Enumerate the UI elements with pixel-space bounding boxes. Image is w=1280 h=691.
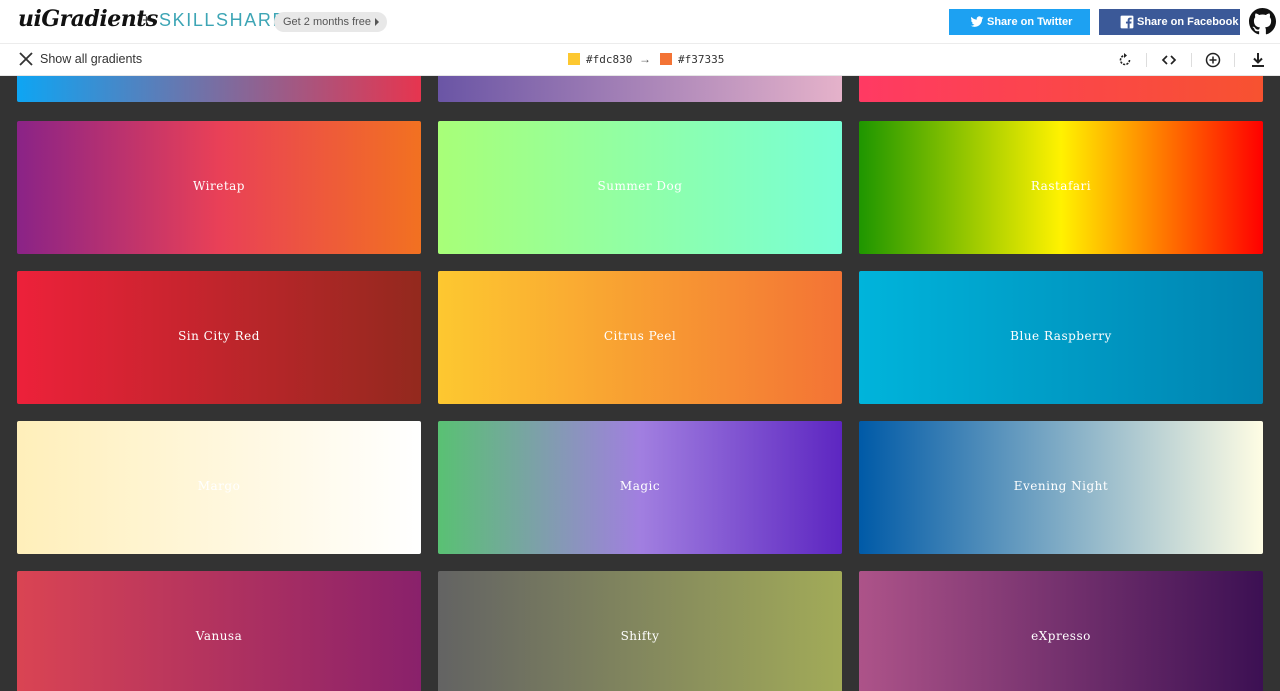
gradient-name: Margo: [197, 479, 241, 493]
gradient-card[interactable]: Wiretap: [17, 121, 421, 254]
plus-sign: +: [142, 12, 151, 29]
promo-button[interactable]: Get 2 months free: [274, 12, 388, 32]
color-to-hex[interactable]: #f37335: [678, 53, 724, 66]
gradient-card[interactable]: Magic: [438, 421, 842, 554]
toolbar: Show all gradients #fdc830 → #f37335: [0, 44, 1280, 76]
rotate-icon[interactable]: [1117, 52, 1133, 68]
promo-label: Get 2 months free: [283, 16, 372, 28]
gradient-card[interactable]: eXpresso: [859, 571, 1263, 691]
close-icon: [19, 52, 33, 66]
gradient-card[interactable]: Blue Raspberry: [859, 271, 1263, 404]
toolbar-divider: [1146, 53, 1147, 67]
gradient-name: Wiretap: [193, 179, 245, 193]
gradient-card[interactable]: [438, 76, 842, 102]
facebook-icon: [1120, 15, 1134, 29]
gradient-card[interactable]: Vanusa: [17, 571, 421, 691]
gradient-name: eXpresso: [1031, 629, 1091, 643]
gradient-name: Evening Night: [1013, 479, 1109, 493]
gradient-name: Rastafari: [1030, 179, 1092, 193]
gradient-name: Shifty: [620, 629, 660, 643]
gradient-card[interactable]: Margo: [17, 421, 421, 554]
gradient-card[interactable]: Citrus Peel: [438, 271, 842, 404]
gradient-card[interactable]: [17, 76, 421, 102]
twitter-icon: [970, 16, 984, 27]
top-header: uiGradients + SKILLSHARE Get 2 months fr…: [0, 0, 1280, 44]
share-facebook-label: Share on Facebook: [1137, 16, 1239, 28]
gradient-card[interactable]: Summer Dog: [438, 121, 842, 254]
share-facebook-button[interactable]: Share on Facebook: [1099, 9, 1240, 35]
gradient-card[interactable]: Sin City Red: [17, 271, 421, 404]
skillshare-logo[interactable]: SKILLSHARE: [159, 10, 286, 31]
gradient-name: Citrus Peel: [603, 329, 677, 343]
caret-right-icon: [375, 18, 380, 26]
code-icon[interactable]: [1161, 52, 1177, 68]
show-all-gradients-label: Show all gradients: [40, 52, 143, 66]
color-from-swatch: [568, 53, 580, 65]
gradient-card[interactable]: Rastafari: [859, 121, 1263, 254]
gradient-name: Vanusa: [195, 629, 243, 643]
download-icon[interactable]: [1250, 52, 1266, 68]
uigradients-logo[interactable]: uiGradients: [18, 6, 158, 32]
share-twitter-label: Share on Twitter: [987, 16, 1073, 28]
gradient-name: Magic: [619, 479, 661, 493]
share-twitter-button[interactable]: Share on Twitter: [949, 9, 1090, 35]
gradient-card[interactable]: Shifty: [438, 571, 842, 691]
gradient-card[interactable]: [859, 76, 1263, 102]
gradient-name: Sin City Red: [178, 329, 260, 343]
toolbar-divider: [1191, 53, 1192, 67]
gradient-grid: Wiretap Summer Dog Rastafari Sin City Re…: [0, 76, 1280, 691]
arrow-right-icon: →: [639, 52, 651, 66]
gradient-card[interactable]: Evening Night: [859, 421, 1263, 554]
color-to-swatch: [660, 53, 672, 65]
color-from-hex[interactable]: #fdc830: [586, 53, 632, 66]
gradient-name: Summer Dog: [597, 179, 683, 193]
toolbar-divider: [1234, 53, 1235, 67]
github-icon[interactable]: [1249, 8, 1276, 35]
add-icon[interactable]: [1205, 52, 1221, 68]
gradient-name: Blue Raspberry: [1010, 329, 1112, 343]
